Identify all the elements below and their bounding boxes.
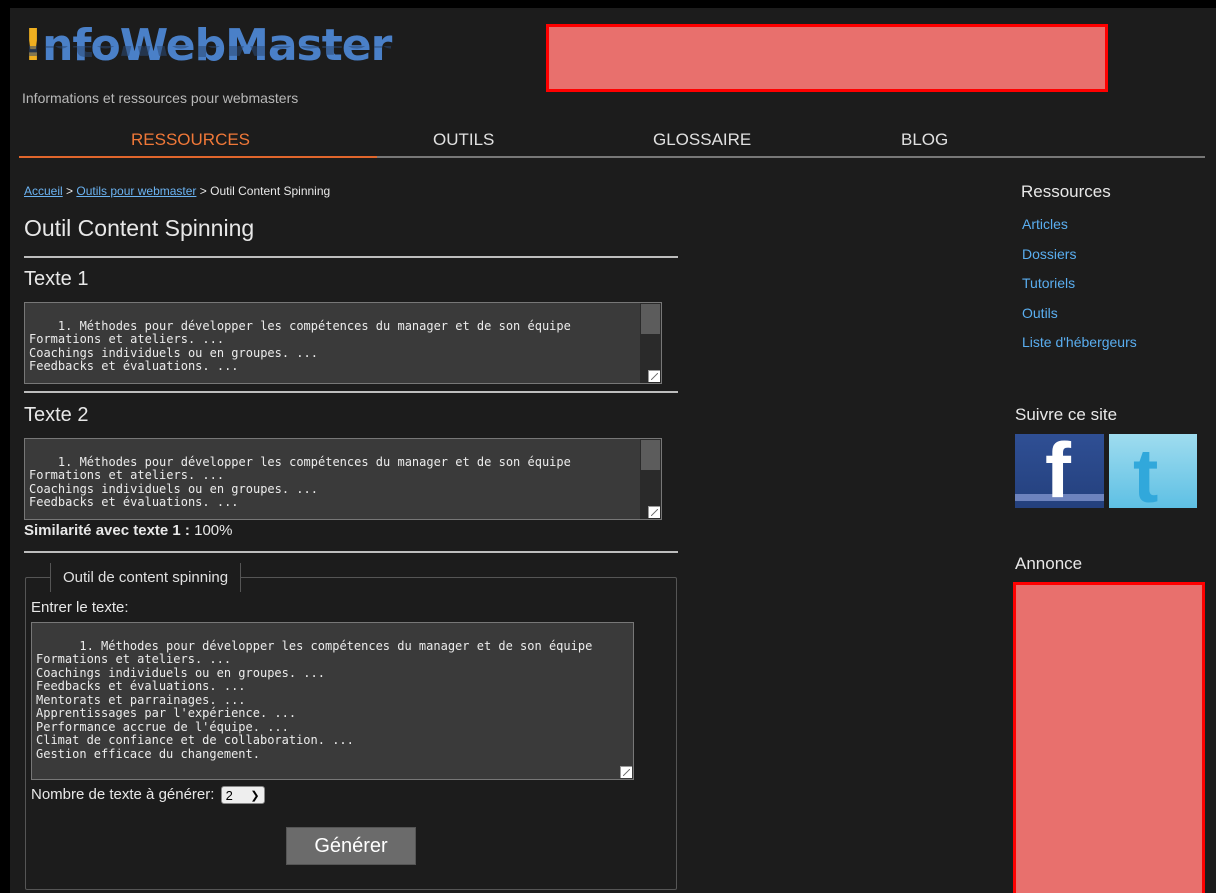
- sidebar-ad-banner[interactable]: [1013, 582, 1205, 893]
- sidebar-item-dossiers: Dossiers: [1022, 246, 1137, 276]
- sidebar-ad-title: Annonce: [1015, 554, 1083, 573]
- nav-blog[interactable]: BLOG: [901, 130, 948, 150]
- sidebar-resources-title: Ressources: [1021, 182, 1111, 201]
- count-select[interactable]: 2 ❯: [220, 786, 265, 805]
- texte1-content: 1. Méthodes pour développer les compéten…: [29, 318, 571, 373]
- divider: [24, 391, 678, 393]
- sidebar-item-articles: Articles: [1022, 216, 1137, 246]
- breadcrumb-separator: >: [62, 184, 77, 198]
- page-title: Outil Content Spinning: [24, 215, 255, 241]
- similarity-label: Similarité avec texte 1 :: [24, 522, 190, 539]
- source-text-textarea[interactable]: 1. Méthodes pour développer les compéten…: [31, 622, 634, 780]
- resize-handle[interactable]: [620, 766, 632, 778]
- chevron-down-icon: ❯: [250, 790, 260, 803]
- main-nav: RESSOURCES OUTILS GLOSSAIRE BLOG: [19, 126, 1205, 158]
- sidebar-follow-title: Suivre ce site: [1015, 405, 1118, 424]
- twitter-icon[interactable]: t: [1109, 434, 1197, 508]
- count-select-value: 2: [225, 788, 233, 804]
- sidebar-item-tutoriels: Tutoriels: [1022, 275, 1137, 305]
- breadcrumb-separator: >: [196, 184, 211, 198]
- texte2-content: 1. Méthodes pour développer les compéten…: [29, 454, 571, 509]
- similarity-result: Similarité avec texte 1 : 100%: [24, 522, 232, 539]
- count-label: Nombre de texte à générer:: [31, 786, 215, 803]
- active-tab-indicator: [19, 156, 377, 158]
- sidebar-item-outils: Outils: [1022, 305, 1137, 335]
- source-text-content: 1. Méthodes pour développer les compéten…: [36, 638, 593, 761]
- twitter-t-glyph: t: [1133, 434, 1159, 509]
- nav-outils[interactable]: OUTILS: [433, 130, 494, 150]
- sidebar-link-tutoriels[interactable]: Tutoriels: [1022, 275, 1075, 291]
- breadcrumb-tools-link[interactable]: Outils pour webmaster: [76, 184, 196, 198]
- resize-handle[interactable]: [648, 370, 660, 382]
- sidebar-link-outils[interactable]: Outils: [1022, 305, 1058, 321]
- sidebar-link-hebergeurs[interactable]: Liste d'hébergeurs: [1022, 334, 1137, 350]
- breadcrumb-current: Outil Content Spinning: [210, 184, 331, 198]
- breadcrumb-home-link[interactable]: Accueil: [24, 184, 63, 198]
- divider: [24, 256, 678, 258]
- count-row: Nombre de texte à générer: 2 ❯: [31, 786, 265, 805]
- facebook-f-glyph: f: [1045, 434, 1071, 508]
- sidebar-links: Articles Dossiers Tutoriels Outils Liste…: [1022, 216, 1137, 364]
- resize-handle[interactable]: [648, 506, 660, 518]
- nav-glossaire[interactable]: GLOSSAIRE: [653, 130, 751, 150]
- facebook-icon[interactable]: f: [1015, 434, 1104, 508]
- input-label: Entrer le texte:: [31, 599, 129, 616]
- similarity-value: 100%: [189, 522, 233, 539]
- breadcrumb: Accueil > Outils pour webmaster > Outil …: [24, 184, 330, 198]
- site-logo[interactable]: !nfoWebMaster !nfoWebMaster: [23, 22, 423, 92]
- texte2-textarea[interactable]: 1. Méthodes pour développer les compéten…: [24, 438, 662, 520]
- spinner-legend: Outil de content spinning: [50, 563, 242, 592]
- logo-reflection: !nfoWebMaster: [23, 46, 391, 62]
- nav-ressources[interactable]: RESSOURCES: [131, 130, 250, 150]
- spinner-fieldset: Outil de content spinning Entrer le text…: [25, 563, 677, 890]
- texte1-textarea[interactable]: 1. Méthodes pour développer les compéten…: [24, 302, 662, 384]
- divider: [24, 551, 678, 553]
- header-ad-banner[interactable]: [546, 24, 1108, 92]
- texte2-heading: Texte 2: [24, 404, 89, 426]
- sidebar-link-articles[interactable]: Articles: [1022, 216, 1068, 232]
- scrollbar-thumb[interactable]: [641, 440, 660, 470]
- sidebar-link-dossiers[interactable]: Dossiers: [1022, 246, 1076, 262]
- generate-button[interactable]: Générer: [286, 827, 416, 865]
- texte1-heading: Texte 1: [24, 268, 89, 290]
- site-tagline: Informations et ressources pour webmaste…: [22, 90, 299, 106]
- sidebar-item-hebergeurs: Liste d'hébergeurs: [1022, 334, 1137, 364]
- page: !nfoWebMaster !nfoWebMaster Informations…: [10, 8, 1216, 893]
- scrollbar-thumb[interactable]: [641, 304, 660, 334]
